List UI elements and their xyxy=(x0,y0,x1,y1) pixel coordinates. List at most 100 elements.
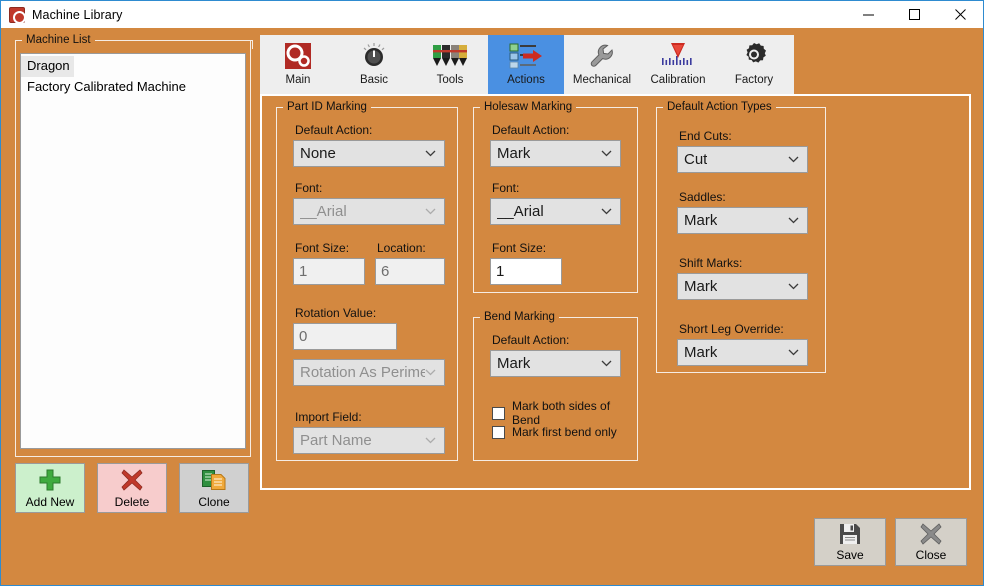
part-id-font-size-value: 1 xyxy=(299,263,308,280)
tab-factory[interactable]: Factory xyxy=(716,35,792,94)
list-item[interactable]: Factory Calibrated Machine xyxy=(21,77,190,98)
part-id-location-value: 6 xyxy=(381,263,390,280)
maximize-button[interactable] xyxy=(891,1,937,28)
app-icon xyxy=(9,6,26,24)
mark-first-bend-checkbox[interactable] xyxy=(492,425,505,439)
part-id-font-select[interactable]: __Arial xyxy=(293,198,445,225)
chevron-down-icon xyxy=(424,206,436,218)
chevron-down-icon xyxy=(787,154,799,166)
calibration-gauge-icon xyxy=(659,40,697,72)
part-id-location-input[interactable]: 6 xyxy=(375,258,445,285)
tab-calibration[interactable]: Calibration xyxy=(640,35,716,94)
part-id-rotation-mode-select[interactable]: Rotation As Perimeter xyxy=(293,359,445,386)
tab-factory-label: Factory xyxy=(734,74,774,86)
bend-default-action-select[interactable]: Mark xyxy=(490,350,621,377)
window-controls xyxy=(845,1,983,28)
floppy-disk-icon xyxy=(838,519,862,548)
bend-marking-label: Bend Marking xyxy=(484,311,555,323)
gear-icon xyxy=(735,40,773,72)
tab-mechanical[interactable]: Mechanical xyxy=(564,35,640,94)
part-id-rotation-value-input[interactable]: 0 xyxy=(293,323,397,350)
end-cuts-label: End Cuts: xyxy=(679,129,732,143)
default-action-types-label: Default Action Types xyxy=(667,101,772,113)
title-bar: Machine Library xyxy=(1,1,983,28)
chevron-down-icon xyxy=(425,367,436,379)
holesaw-font-size-value: 1 xyxy=(496,263,505,280)
wrench-icon xyxy=(583,40,621,72)
machine-list-group: Machine List Dragon Factory Calibrated M… xyxy=(15,34,253,457)
part-id-font-label: Font: xyxy=(295,181,323,195)
machine-list-group-header: Machine List xyxy=(15,32,253,50)
shift-marks-label: Shift Marks: xyxy=(679,256,743,270)
group-line-left xyxy=(15,40,22,49)
part-id-import-field-select[interactable]: Part Name xyxy=(293,427,445,454)
part-id-location-label: Location: xyxy=(377,241,426,255)
mark-both-sides-checkbox[interactable] xyxy=(492,406,505,420)
holesaw-default-action-label: Default Action: xyxy=(492,123,570,137)
actions-content-panel: Part ID Marking Default Action: None Fon… xyxy=(260,94,971,490)
tab-calibration-label: Calibration xyxy=(650,74,706,86)
machine-library-window: Machine Library Machine List Dragon Fact… xyxy=(0,0,984,586)
bend-default-action-label: Default Action: xyxy=(492,333,570,347)
group-line-left xyxy=(473,107,480,116)
short-leg-override-select[interactable]: Mark xyxy=(677,339,808,366)
minimize-button[interactable] xyxy=(845,1,891,28)
group-line-left xyxy=(276,107,283,116)
add-new-button[interactable]: Add New xyxy=(15,463,85,513)
short-leg-override-label: Short Leg Override: xyxy=(679,322,784,336)
holesaw-font-size-input[interactable]: 1 xyxy=(490,258,562,285)
list-row[interactable]: Factory Calibrated Machine xyxy=(21,77,245,98)
group-line-left xyxy=(473,317,480,326)
tab-actions[interactable]: Actions xyxy=(488,35,564,94)
chevron-down-icon xyxy=(600,206,612,218)
tab-main-label: Main xyxy=(285,74,311,86)
holesaw-marking-group: Holesaw Marking Default Action: Mark Fon… xyxy=(473,101,638,293)
holesaw-default-action-select[interactable]: Mark xyxy=(490,140,621,167)
part-id-marking-label: Part ID Marking xyxy=(287,101,367,113)
delete-button[interactable]: Delete xyxy=(97,463,167,513)
holesaw-font-select[interactable]: __Arial xyxy=(490,198,621,225)
list-item[interactable]: Dragon xyxy=(21,56,74,77)
chevron-down-icon xyxy=(787,215,799,227)
default-action-types-header: Default Action Types xyxy=(656,99,826,117)
actions-arrow-icon xyxy=(507,40,545,72)
part-id-default-action-select[interactable]: None xyxy=(293,140,445,167)
chevron-down-icon xyxy=(600,148,612,160)
mark-first-bend-label: Mark first bend only xyxy=(512,425,617,439)
default-action-types-group: Default Action Types End Cuts: Cut Saddl… xyxy=(656,101,826,373)
chevron-down-icon xyxy=(600,358,612,370)
holesaw-marking-header: Holesaw Marking xyxy=(473,99,638,117)
short-leg-override-value: Mark xyxy=(684,344,718,361)
shift-marks-select[interactable]: Mark xyxy=(677,273,808,300)
tab-main[interactable]: Main xyxy=(260,35,336,94)
part-id-font-size-label: Font Size: xyxy=(295,241,350,255)
mark-first-bend-checkbox-row[interactable]: Mark first bend only xyxy=(492,425,617,439)
add-new-button-label: Add New xyxy=(25,495,75,509)
save-button-label: Save xyxy=(836,548,864,562)
part-id-font-size-input[interactable]: 1 xyxy=(293,258,365,285)
saddles-label: Saddles: xyxy=(679,190,726,204)
part-id-rotation-value: 0 xyxy=(299,328,308,345)
mark-both-sides-label: Mark both sides of Bend xyxy=(512,399,611,427)
close-button[interactable] xyxy=(937,1,983,28)
part-id-import-field-label: Import Field: xyxy=(295,410,362,424)
machine-listbox[interactable]: Dragon Factory Calibrated Machine xyxy=(20,53,246,449)
mark-both-sides-checkbox-row[interactable]: Mark both sides of Bend xyxy=(492,399,637,427)
group-line-right xyxy=(775,107,826,116)
list-row[interactable]: Dragon xyxy=(21,56,245,77)
plus-icon xyxy=(16,464,84,495)
saddles-value: Mark xyxy=(684,212,718,229)
saddles-select[interactable]: Mark xyxy=(677,207,808,234)
holesaw-marking-label: Holesaw Marking xyxy=(484,101,573,113)
part-id-marking-group: Part ID Marking Default Action: None Fon… xyxy=(276,101,458,461)
part-id-default-action-value: None xyxy=(300,145,336,162)
part-id-default-action-label: Default Action: xyxy=(295,123,373,137)
gears-icon xyxy=(279,40,317,72)
x-mark-icon xyxy=(98,464,166,495)
clone-button[interactable]: Clone xyxy=(179,463,249,513)
tab-basic[interactable]: Basic xyxy=(336,35,412,94)
end-cuts-select[interactable]: Cut xyxy=(677,146,808,173)
close-dialog-button[interactable]: Close xyxy=(895,518,967,566)
tab-tools[interactable]: Tools xyxy=(412,35,488,94)
save-button[interactable]: Save xyxy=(814,518,886,566)
